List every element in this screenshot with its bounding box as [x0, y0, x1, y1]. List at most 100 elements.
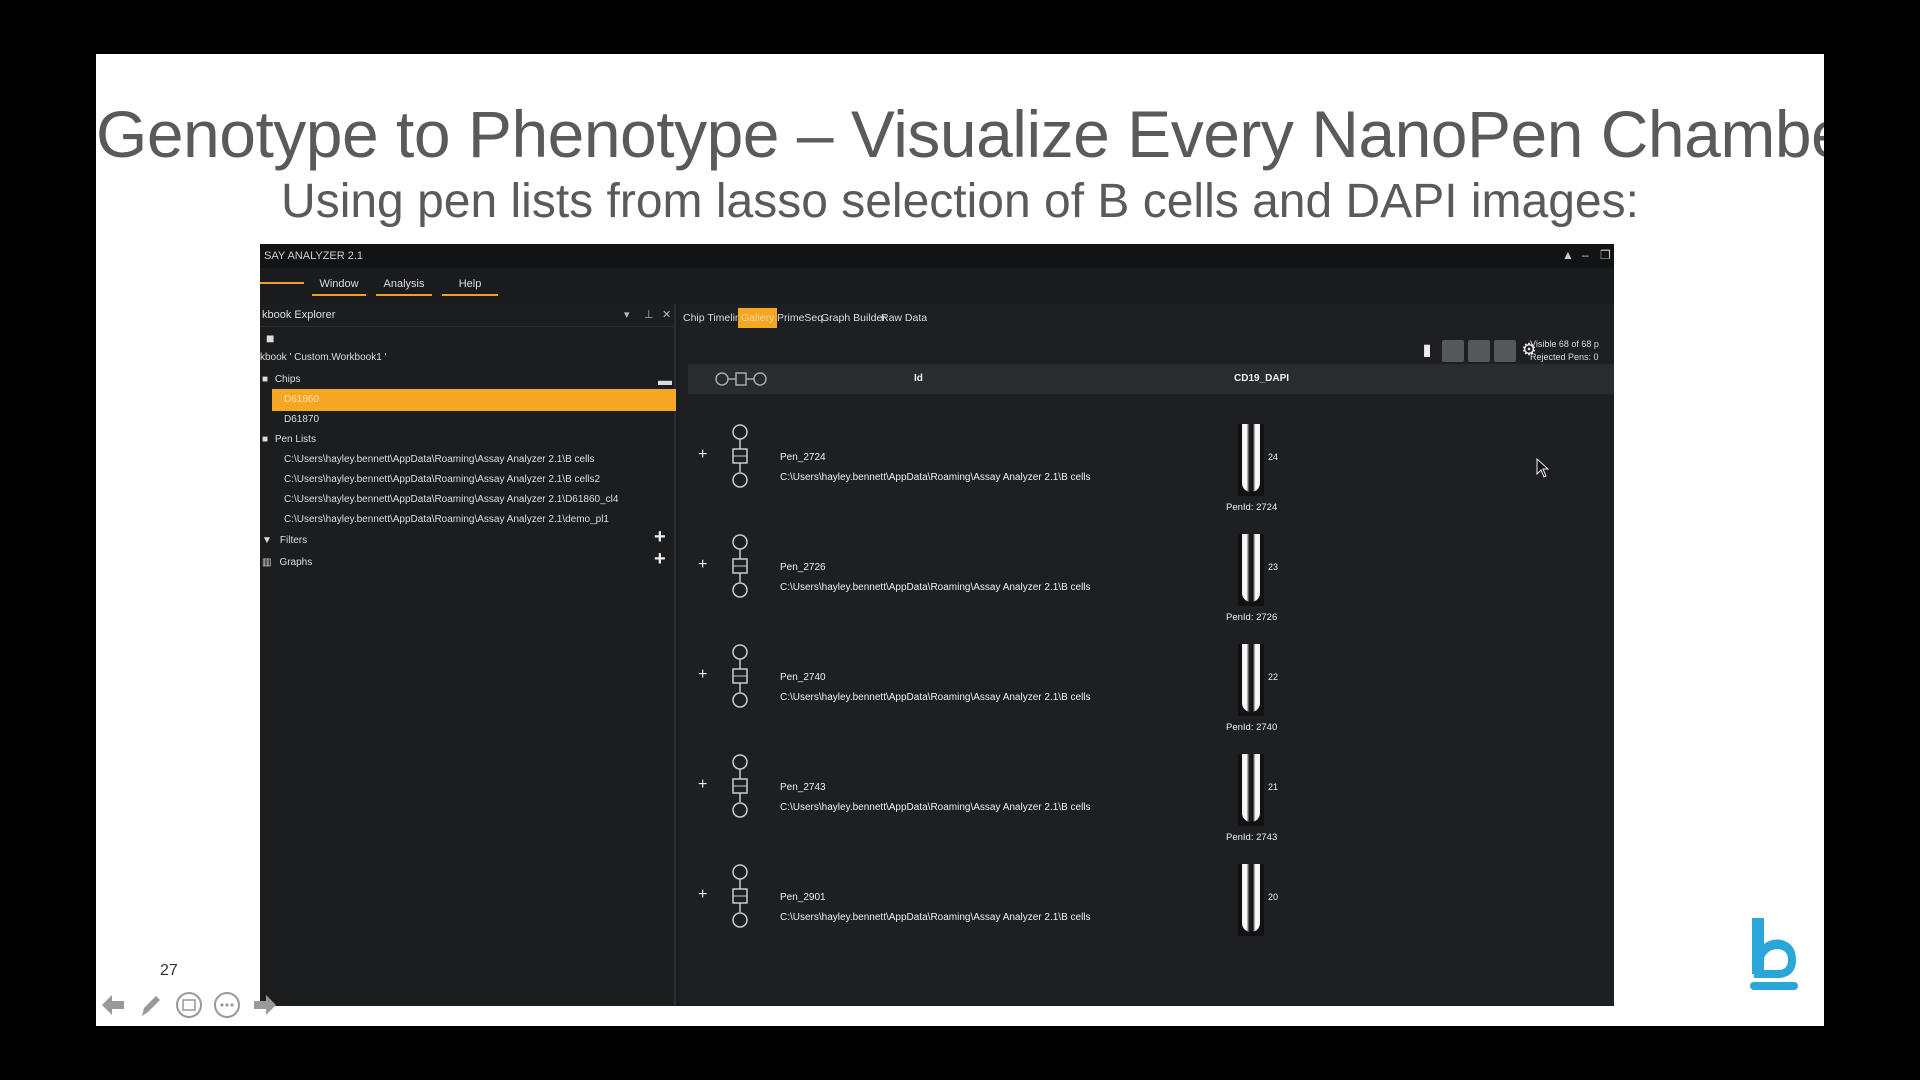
- pen-id-label: PenId: 2740: [1226, 722, 1278, 733]
- pen-list-item[interactable]: C:\Users\hayley.bennett\AppData\Roaming\…: [284, 474, 600, 485]
- gallery-row[interactable]: + Pen_2743 C:\Users\hayley.bennett\AppDa…: [688, 754, 1614, 864]
- export-file-icon[interactable]: ▮: [1416, 340, 1438, 362]
- pin-panel-icon[interactable]: ⊥: [644, 308, 654, 321]
- expand-row-icon[interactable]: +: [698, 556, 707, 574]
- gallery-panel: Chip Timeline Gallery PrimeSeq Graph Bui…: [680, 304, 1614, 1006]
- pen-image[interactable]: [1238, 534, 1264, 606]
- pen-image[interactable]: [1238, 424, 1264, 496]
- close-panel-icon[interactable]: ✕: [662, 308, 671, 321]
- menu-item-analysis[interactable]: Analysis: [376, 278, 432, 296]
- pen-path: C:\Users\hayley.bennett\AppData\Roaming\…: [780, 582, 1091, 593]
- presentation-slide: Genotype to Phenotype – Visualize Every …: [96, 54, 1824, 1026]
- pen-number: 22: [1268, 672, 1279, 682]
- chip-icon: ■: [262, 374, 271, 385]
- gallery-row[interactable]: + Pen_2724 C:\Users\hayley.bennett\AppDa…: [688, 424, 1614, 534]
- list-icon: ■: [262, 434, 271, 445]
- menu-item-file[interactable]: [260, 278, 304, 284]
- pen-number: 24: [1268, 452, 1279, 462]
- gallery-row[interactable]: + Pen_2901 C:\Users\hayley.bennett\AppDa…: [688, 864, 1614, 974]
- pen-list-item[interactable]: C:\Users\hayley.bennett\AppData\Roaming\…: [284, 454, 595, 465]
- pen-path: C:\Users\hayley.bennett\AppData\Roaming\…: [780, 692, 1091, 703]
- pen-path: C:\Users\hayley.bennett\AppData\Roaming\…: [780, 802, 1091, 813]
- pen-image[interactable]: [1238, 864, 1264, 936]
- id-column-header[interactable]: Id: [914, 373, 923, 384]
- gallery-row[interactable]: + Pen_2726 C:\Users\hayley.bennett\AppDa…: [688, 534, 1614, 644]
- pen-lists-label: Pen Lists: [274, 434, 316, 445]
- pen-structure-icon: [715, 372, 767, 386]
- visible-count: Visible 68 of 68 p Rejected Pens: 0: [1530, 338, 1599, 364]
- pen-name: Pen_2724: [780, 452, 826, 463]
- workbook-explorer-panel: kbook Explorer ▾ ⊥ ✕ ■ kbook ' Custom.Wo…: [260, 304, 676, 1006]
- pen-diagram-icon: [732, 424, 748, 488]
- image-column-header[interactable]: CD19_DAPI: [1234, 373, 1289, 384]
- pen-tool-icon[interactable]: [136, 990, 166, 1020]
- pen-number: 23: [1268, 562, 1279, 572]
- pen-id-label: PenId: 2726: [1226, 612, 1278, 623]
- print-icon[interactable]: [1494, 340, 1516, 362]
- add-filter-button[interactable]: +: [654, 526, 666, 549]
- next-slide-icon[interactable]: [250, 990, 280, 1020]
- pen-id-label: PenId: 2724: [1226, 502, 1278, 513]
- mouse-cursor-icon: [1536, 458, 1550, 478]
- pen-id-label: PenId: 2743: [1226, 832, 1278, 843]
- pen-name: Pen_2740: [780, 672, 826, 683]
- chip-item[interactable]: D61870: [284, 414, 319, 425]
- slide-page-number: 27: [160, 962, 178, 979]
- pen-diagram-icon: [732, 864, 748, 928]
- pen-name: Pen_2743: [780, 782, 826, 793]
- filter-icon: ▼: [262, 535, 272, 546]
- toolbar-button-2[interactable]: [1468, 340, 1490, 362]
- filters-label: Filters: [279, 535, 308, 546]
- pen-image[interactable]: [1238, 754, 1264, 826]
- menu-item-window[interactable]: Window: [312, 278, 366, 296]
- pen-name: Pen_2901: [780, 892, 826, 903]
- slide-subtitle: Using pen lists from lasso selection of …: [281, 175, 1639, 228]
- dropdown-icon[interactable]: ▾: [624, 308, 630, 321]
- pen-path: C:\Users\hayley.bennett\AppData\Roaming\…: [780, 912, 1091, 923]
- explorer-header: kbook Explorer ▾ ⊥ ✕: [260, 304, 674, 327]
- gallery-row[interactable]: + Pen_2740 C:\Users\hayley.bennett\AppDa…: [688, 644, 1614, 754]
- assay-analyzer-window: SAY ANALYZER 2.1 ▲ – ❐ Window Analysis H…: [260, 244, 1614, 1006]
- slide-title: Genotype to Phenotype – Visualize Every …: [96, 97, 1824, 171]
- pen-lists-node[interactable]: ■ Pen Lists: [262, 434, 316, 445]
- pen-diagram-icon: [732, 644, 748, 708]
- expand-row-icon[interactable]: +: [698, 886, 707, 904]
- pen-list-item[interactable]: C:\Users\hayley.bennett\AppData\Roaming\…: [284, 494, 618, 505]
- tab-gallery[interactable]: Gallery: [738, 308, 778, 328]
- previous-slide-icon[interactable]: [98, 990, 128, 1020]
- graph-icon: ▥: [262, 557, 272, 568]
- pen-path: C:\Users\hayley.bennett\AppData\Roaming\…: [780, 472, 1091, 483]
- pin-icon[interactable]: ▲: [1562, 248, 1574, 262]
- tab-raw-data[interactable]: Raw Data: [878, 308, 930, 328]
- graphs-node[interactable]: ▥ Graphs: [262, 557, 312, 568]
- rejected-pens-text: Rejected Pens: 0: [1530, 352, 1599, 362]
- chip-item-label: D61860: [284, 394, 320, 405]
- filters-node[interactable]: ▼ Filters: [262, 535, 307, 546]
- folder-icon[interactable]: ▬: [658, 372, 672, 388]
- minimize-icon[interactable]: –: [1582, 248, 1589, 262]
- expand-row-icon[interactable]: +: [698, 666, 707, 684]
- gallery-header-row: Id CD19_DAPI: [688, 364, 1614, 394]
- graphs-label: Graphs: [279, 557, 313, 568]
- more-options-icon[interactable]: [212, 990, 242, 1020]
- workbook-label: kbook ' Custom.Workbook1 ': [260, 352, 387, 363]
- toolbar-button-1[interactable]: [1442, 340, 1464, 362]
- chip-item-selected[interactable]: D61860: [272, 389, 676, 411]
- pen-name: Pen_2726: [780, 562, 826, 573]
- expand-row-icon[interactable]: +: [698, 776, 707, 794]
- restore-icon[interactable]: ❐: [1600, 248, 1611, 262]
- pen-number: 20: [1268, 892, 1279, 902]
- pen-image[interactable]: [1238, 644, 1264, 716]
- add-graph-button[interactable]: +: [654, 548, 666, 571]
- visible-pens-text: Visible 68 of 68 p: [1530, 339, 1599, 349]
- open-folder-icon[interactable]: ■: [266, 330, 274, 346]
- chips-node[interactable]: ■ Chips: [262, 374, 300, 385]
- menu-bar: Window Analysis Help: [260, 272, 1614, 298]
- company-logo: [1750, 918, 1798, 990]
- slides-overview-icon[interactable]: [174, 990, 204, 1020]
- pen-list-item[interactable]: C:\Users\hayley.bennett\AppData\Roaming\…: [284, 514, 609, 525]
- window-titlebar: SAY ANALYZER 2.1 ▲ – ❐: [260, 244, 1614, 268]
- window-title: SAY ANALYZER 2.1: [264, 250, 364, 262]
- menu-item-help[interactable]: Help: [442, 278, 498, 296]
- expand-row-icon[interactable]: +: [698, 446, 707, 464]
